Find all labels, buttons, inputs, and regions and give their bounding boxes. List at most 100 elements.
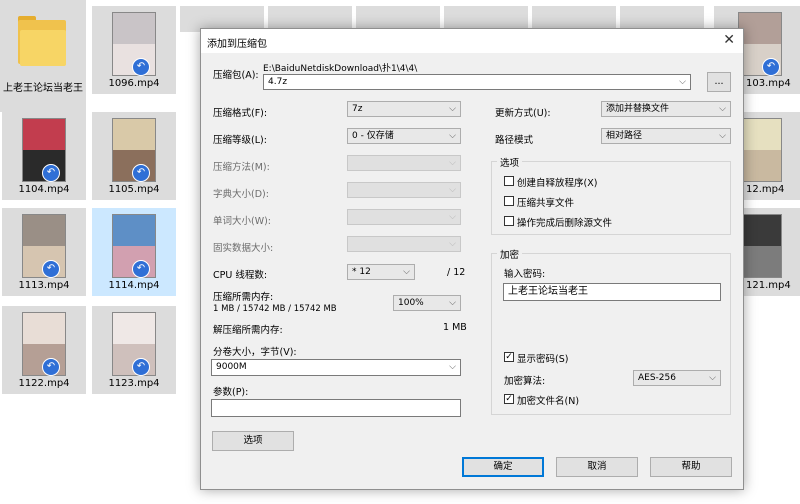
chevron-down-icon: ⌵ [719, 104, 726, 114]
file-item[interactable]: ↶ 1096.mp4 [92, 6, 176, 94]
shortcut-arrow-icon: ↶ [762, 58, 780, 76]
chevron-down-icon: ⌵ [679, 77, 686, 87]
cancel-button[interactable]: 取消 [556, 457, 638, 477]
archive-name-combobox[interactable]: 4.7z ⌵ [263, 74, 691, 90]
path-mode-select[interactable]: 相对路径 ⌵ [601, 128, 731, 144]
chevron-down-icon: ⌵ [449, 212, 456, 222]
mem-decompress-label: 解压缩所需内存: [213, 325, 283, 336]
options-button[interactable]: 选项 [212, 431, 294, 451]
title-bar: 添加到压缩包 ✕ [201, 29, 743, 53]
dialog-title: 添加到压缩包 [207, 39, 267, 50]
path-mode-label: 路径模式 [495, 135, 534, 146]
archive-path: E:\BaiduNetdiskDownload\扑1\4\4\ [263, 64, 418, 74]
file-item[interactable]: ↶ 1105.mp4 [92, 112, 176, 200]
file-label: 1096.mp4 [108, 78, 160, 89]
ok-button[interactable]: 确定 [462, 457, 544, 477]
threads-max: / 12 [447, 267, 466, 278]
threads-select[interactable]: * 12 ⌵ [347, 264, 415, 280]
chevron-down-icon: ⌵ [709, 373, 716, 383]
word-size-select-disabled: ⌵ [347, 209, 461, 225]
folder-item[interactable]: 上老王论坛当老王 [0, 0, 86, 112]
chevron-down-icon: ⌵ [403, 267, 410, 277]
level-select[interactable]: 0 - 仅存储 ⌵ [347, 128, 461, 144]
show-password-label: 显示密码(S) [517, 354, 569, 365]
options-group-title: 选项 [497, 155, 523, 169]
file-item[interactable]: ↶ 1122.mp4 [2, 306, 86, 394]
volume-label: 分卷大小，字节(V): [213, 347, 297, 358]
sfx-label: 创建自释放程序(X) [517, 178, 598, 189]
word-size-label: 单词大小(W): [213, 216, 272, 227]
file-item[interactable]: ↶ 1104.mp4 [2, 112, 86, 200]
update-mode-label: 更新方式(U): [495, 108, 551, 119]
folder-label: 上老王论坛当老王 [3, 83, 83, 94]
encryption-method-label: 加密算法: [504, 376, 546, 387]
video-thumbnail [738, 214, 782, 278]
shortcut-arrow-icon: ↶ [132, 58, 150, 76]
add-to-archive-dialog: 添加到压缩包 ✕ 压缩包(A): E:\BaiduNetdiskDownload… [200, 28, 744, 490]
mem-decompress-value: 1 MB [443, 322, 467, 333]
dict-size-select-disabled: ⌵ [347, 182, 461, 198]
format-select[interactable]: 7z ⌵ [347, 101, 461, 117]
shared-files-label: 压缩共享文件 [517, 198, 575, 209]
volume-size-combobox[interactable]: 9000M ⌵ [211, 359, 461, 376]
chevron-down-icon: ⌵ [449, 298, 456, 308]
chevron-down-icon: ⌵ [449, 131, 456, 141]
browse-button[interactable]: ... [707, 72, 731, 92]
chevron-down-icon: ⌵ [449, 239, 456, 249]
shortcut-arrow-icon: ↶ [132, 164, 150, 182]
mem-compress-detail: 1 MB / 15742 MB / 15742 MB [213, 304, 337, 314]
shortcut-arrow-icon: ↶ [42, 358, 60, 376]
solid-size-select-disabled: ⌵ [347, 236, 461, 252]
help-button[interactable]: 帮助 [650, 457, 732, 477]
chevron-down-icon: ⌵ [449, 185, 456, 195]
file-item-selected[interactable]: ↶ 1114.mp4 [92, 208, 176, 296]
file-label: 121.mp4 [746, 280, 791, 291]
update-mode-select[interactable]: 添加并替换文件 ⌵ [601, 101, 731, 117]
file-label: 1123.mp4 [108, 378, 160, 389]
encryption-method-select[interactable]: AES-256 ⌵ [633, 370, 721, 386]
video-thumbnail [738, 118, 782, 182]
format-label: 压缩格式(F): [213, 108, 268, 119]
encrypt-names-label: 加密文件名(N) [517, 396, 580, 407]
shortcut-arrow-icon: ↶ [132, 358, 150, 376]
shortcut-arrow-icon: ↶ [132, 260, 150, 278]
method-select-disabled: ⌵ [347, 155, 461, 171]
chevron-down-icon: ⌵ [449, 362, 456, 372]
method-label: 压缩方法(M): [213, 162, 270, 173]
solid-size-label: 固实数据大小: [213, 243, 274, 254]
mem-compress-label: 压缩所需内存: [213, 292, 274, 303]
archive-label: 压缩包(A): [213, 70, 259, 81]
delete-after-checkbox[interactable] [504, 216, 514, 226]
file-item[interactable]: ↶ 1123.mp4 [92, 306, 176, 394]
chevron-down-icon: ⌵ [449, 104, 456, 114]
file-label: 1104.mp4 [18, 184, 70, 195]
shared-files-checkbox[interactable] [504, 196, 514, 206]
encrypt-names-checkbox[interactable]: ✓ [504, 394, 514, 404]
params-label: 参数(P): [213, 387, 249, 398]
shortcut-arrow-icon: ↶ [42, 260, 60, 278]
threads-label: CPU 线程数: [213, 270, 268, 281]
encryption-group-title: 加密 [497, 247, 523, 261]
password-label: 输入密码: [504, 269, 546, 280]
file-label: 12.mp4 [746, 184, 785, 195]
close-icon[interactable]: ✕ [723, 32, 735, 48]
level-label: 压缩等级(L): [213, 135, 267, 146]
chevron-down-icon: ⌵ [449, 158, 456, 168]
shortcut-arrow-icon: ↶ [42, 164, 60, 182]
folder-icon [18, 16, 66, 66]
file-label: 1105.mp4 [108, 184, 160, 195]
chevron-down-icon: ⌵ [719, 131, 726, 141]
dict-size-label: 字典大小(D): [213, 189, 269, 200]
file-label: 103.mp4 [746, 78, 791, 89]
params-input[interactable] [211, 399, 461, 417]
file-label: 1122.mp4 [18, 378, 70, 389]
file-label: 1113.mp4 [18, 280, 70, 291]
file-label: 1114.mp4 [108, 280, 160, 291]
password-input[interactable]: 上老王论坛当老王 [503, 283, 721, 301]
show-password-checkbox[interactable]: ✓ [504, 352, 514, 362]
mem-percent-select[interactable]: 100% ⌵ [393, 295, 461, 311]
sfx-checkbox[interactable] [504, 176, 514, 186]
delete-after-label: 操作完成后删除源文件 [517, 218, 613, 229]
file-item[interactable]: ↶ 1113.mp4 [2, 208, 86, 296]
archive-name-value: 4.7z [268, 77, 288, 87]
